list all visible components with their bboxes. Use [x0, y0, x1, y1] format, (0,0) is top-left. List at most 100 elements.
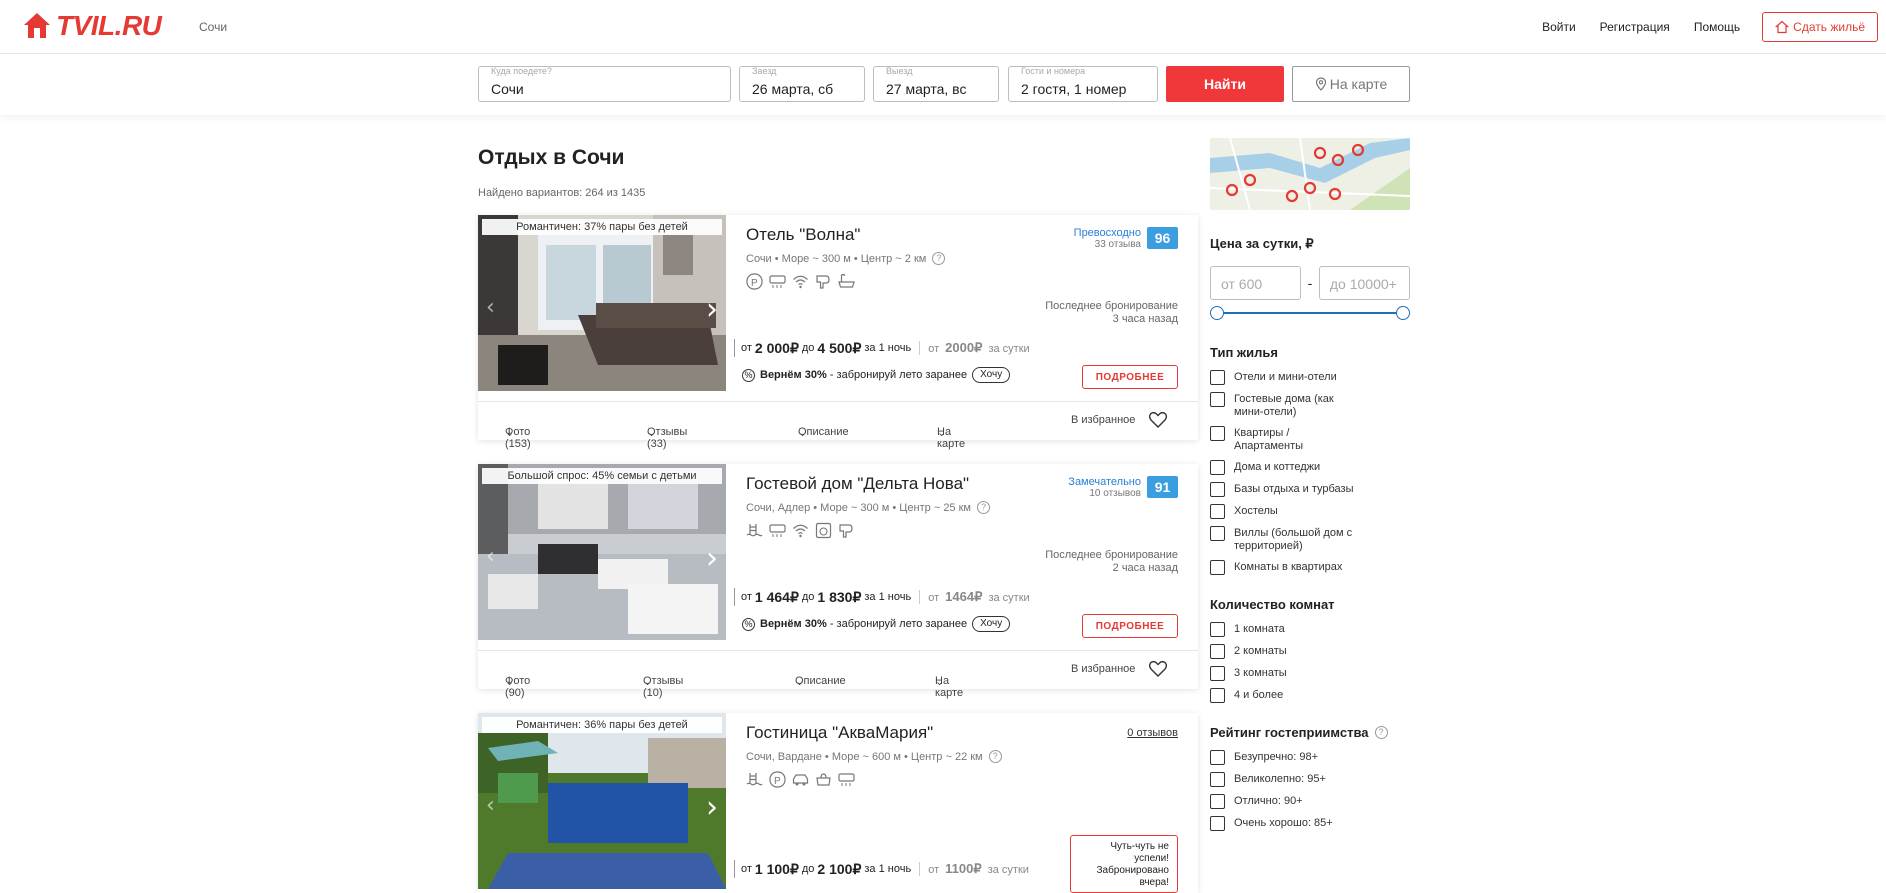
prev-photo-icon[interactable]: ‹	[486, 297, 495, 319]
checkbox[interactable]	[1210, 794, 1225, 809]
heart-icon[interactable]	[1148, 659, 1168, 679]
promo-text: - забронируй лето заранее	[826, 618, 968, 630]
checkbox[interactable]	[1210, 370, 1225, 385]
site-logo[interactable]: TVIL.RU	[22, 10, 162, 42]
next-photo-icon[interactable]: ›	[706, 793, 718, 823]
add-to-favorites[interactable]: В избранное	[1071, 663, 1135, 675]
checkbox[interactable]	[1210, 622, 1225, 637]
current-city[interactable]: Сочи	[199, 20, 227, 34]
price-period: за 1 ночь	[864, 342, 912, 354]
checkout-field[interactable]: Выезд 27 марта, вс	[873, 66, 999, 102]
type-checkbox[interactable]: Хостелы	[1210, 504, 1410, 519]
price-slider[interactable]	[1210, 303, 1410, 323]
prev-photo-icon[interactable]: ‹	[486, 795, 495, 817]
listing-name[interactable]: Отель "Волна"	[746, 225, 860, 245]
type-filter-title: Тип жилья	[1210, 345, 1278, 360]
add-to-favorites[interactable]: В избранное	[1071, 414, 1135, 426]
listing-name[interactable]: Гостиница "АкваМария"	[746, 723, 933, 743]
rating-checkbox[interactable]: Отлично: 90+	[1210, 794, 1410, 809]
pool-icon	[746, 522, 763, 539]
checkbox[interactable]	[1210, 750, 1225, 765]
checkbox[interactable]	[1210, 666, 1225, 681]
destination-field[interactable]: Куда поедете? Сочи	[478, 66, 731, 102]
price-divider	[919, 341, 921, 355]
rooms-checkbox[interactable]: 3 комнаты	[1210, 666, 1410, 681]
mini-map[interactable]	[1210, 138, 1410, 210]
help-icon[interactable]: ?	[1374, 726, 1388, 739]
price-to-input[interactable]: до 10000+	[1318, 266, 1410, 300]
login-link[interactable]: Войти	[1542, 12, 1576, 42]
price-to-label: до	[801, 342, 815, 354]
checkbox[interactable]	[1210, 816, 1225, 831]
checkbox-label: Базы отдыха и турбазы	[1234, 483, 1354, 495]
rooms-checkbox[interactable]: 4 и более	[1210, 688, 1410, 703]
checkbox[interactable]	[1210, 460, 1225, 475]
rent-out-button[interactable]: Сдать жильё	[1762, 12, 1878, 42]
chevron-down-icon: ⌄	[795, 676, 805, 688]
checkbox[interactable]	[1210, 526, 1225, 541]
house-icon	[1775, 20, 1790, 34]
want-button[interactable]: Хочу	[972, 616, 1011, 632]
location-text: Сочи, Вардане • Море ~ 600 м • Центр ~ 2…	[746, 750, 983, 763]
rooms-checkbox[interactable]: 1 комната	[1210, 622, 1410, 637]
help-icon[interactable]: ?	[988, 750, 1002, 763]
listing-name[interactable]: Гостевой дом "Дельта Нова"	[746, 474, 969, 494]
price-from-input[interactable]: от 600	[1210, 266, 1302, 300]
heart-icon[interactable]	[1148, 410, 1168, 430]
rooms-checkbox[interactable]: 2 комнаты	[1210, 644, 1410, 659]
listing-tabs: Фото (90) ⌄ Отзывы (10) ⌄ Описание ⌄ На …	[478, 650, 1198, 699]
checkbox[interactable]	[1210, 392, 1225, 407]
house-logo-icon	[24, 13, 50, 38]
rating-checkbox[interactable]: Очень хорошо: 85+	[1210, 816, 1410, 831]
rating-checkbox[interactable]: Безупречно: 98+	[1210, 750, 1410, 765]
listing-photo[interactable]: Большой спрос: 45% семьи с детьми ‹ ›	[478, 464, 726, 640]
type-checkbox[interactable]: Базы отдыха и турбазы	[1210, 482, 1410, 497]
reviews-link[interactable]: 0 отзывов	[1127, 727, 1178, 739]
details-button[interactable]: ПОДРОБНЕЕ	[1082, 365, 1178, 389]
next-photo-icon[interactable]: ›	[706, 295, 718, 325]
checkin-field[interactable]: Заезд 26 марта, сб	[739, 66, 865, 102]
photo-badge: Большой спрос: 45% семьи с детьми	[482, 468, 722, 484]
checkbox[interactable]	[1210, 504, 1225, 519]
type-checkbox[interactable]: Отели и мини-отели	[1210, 370, 1410, 385]
find-button[interactable]: Найти	[1166, 66, 1284, 102]
checkbox[interactable]	[1210, 644, 1225, 659]
rating-block[interactable]: Замечательно 10 отзывов 91	[1068, 476, 1178, 499]
washing-machine-icon	[815, 522, 832, 539]
next-photo-icon[interactable]: ›	[706, 544, 718, 574]
price-from-label: от	[741, 591, 752, 603]
type-checkbox[interactable]: Комнаты в квартирах	[1210, 560, 1410, 575]
rating-checkbox[interactable]: Великолепно: 95+	[1210, 772, 1410, 787]
help-icon[interactable]: ?	[976, 501, 990, 514]
prev-photo-icon[interactable]: ‹	[486, 546, 495, 568]
listing-photo[interactable]: Романтичен: 36% пары без детей ‹ ›	[478, 713, 726, 889]
per-day-price: от 1464₽ за сутки	[928, 589, 1029, 605]
per-day-from: от	[928, 592, 940, 604]
checkbox-label: Комнаты в квартирах	[1234, 561, 1343, 573]
amenities-row	[746, 522, 855, 539]
help-icon[interactable]: ?	[932, 252, 946, 265]
checkbox[interactable]	[1210, 772, 1225, 787]
rating-block[interactable]: Превосходно 33 отзыва 96	[1074, 227, 1178, 250]
type-checkbox[interactable]: Гостевые дома (как мини-отели)	[1210, 392, 1410, 419]
help-link[interactable]: Помощь	[1694, 12, 1740, 42]
location-text: Сочи • Море ~ 300 м • Центр ~ 2 км	[746, 252, 927, 265]
register-link[interactable]: Регистрация	[1600, 12, 1670, 42]
checkbox[interactable]	[1210, 560, 1225, 575]
show-on-map-button[interactable]: На карте	[1292, 66, 1410, 102]
want-button[interactable]: Хочу	[972, 367, 1011, 383]
type-checkbox[interactable]: Дома и коттеджи	[1210, 460, 1410, 475]
chevron-down-icon: ⌄	[505, 676, 515, 688]
type-checkbox[interactable]: Виллы (большой дом с территорией)	[1210, 526, 1410, 553]
type-checkbox[interactable]: Квартиры / Апартаменты	[1210, 426, 1410, 453]
details-button[interactable]: ПОДРОБНЕЕ	[1082, 614, 1178, 638]
slider-max-handle[interactable]	[1396, 306, 1410, 320]
guests-field[interactable]: Гости и номера 2 гостя, 1 номер	[1008, 66, 1158, 102]
listing-photo[interactable]: Романтичен: 37% пары без детей ‹ ›	[478, 215, 726, 391]
checkbox[interactable]	[1210, 688, 1225, 703]
slider-min-handle[interactable]	[1210, 306, 1224, 320]
price-divider	[919, 590, 921, 604]
sold-line-2: успели!	[1134, 853, 1169, 864]
checkbox[interactable]	[1210, 482, 1225, 497]
checkbox[interactable]	[1210, 426, 1225, 441]
